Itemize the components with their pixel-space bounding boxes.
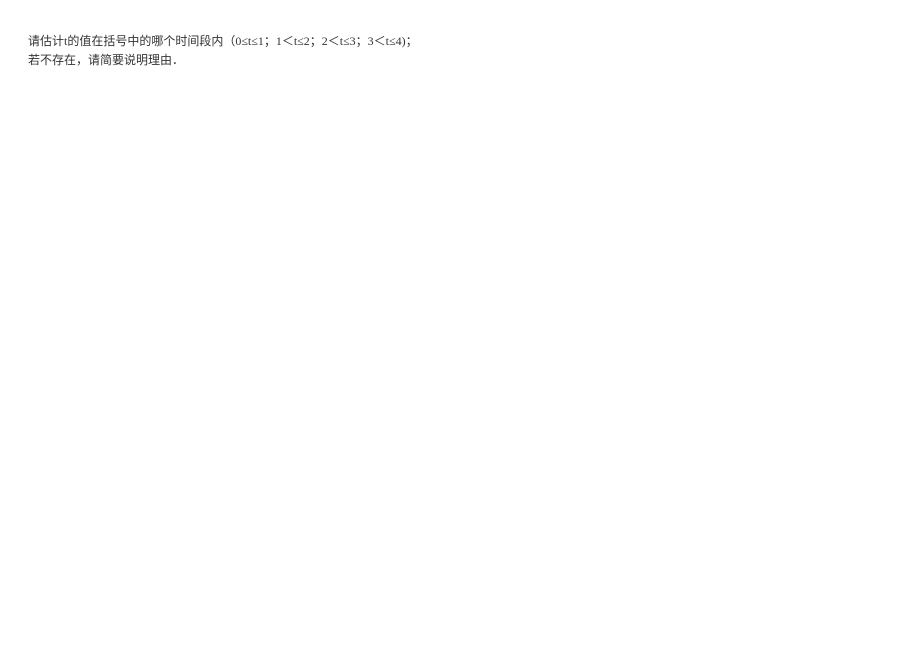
document-content: 请估计t的值在括号中的哪个时间段内（0≤t≤1；1＜t≤2；2＜t≤3；3＜t≤… <box>0 0 920 102</box>
text-line-2: 若不存在，请简要说明理由． <box>28 51 892 70</box>
text-line-1: 请估计t的值在括号中的哪个时间段内（0≤t≤1；1＜t≤2；2＜t≤3；3＜t≤… <box>28 32 892 51</box>
